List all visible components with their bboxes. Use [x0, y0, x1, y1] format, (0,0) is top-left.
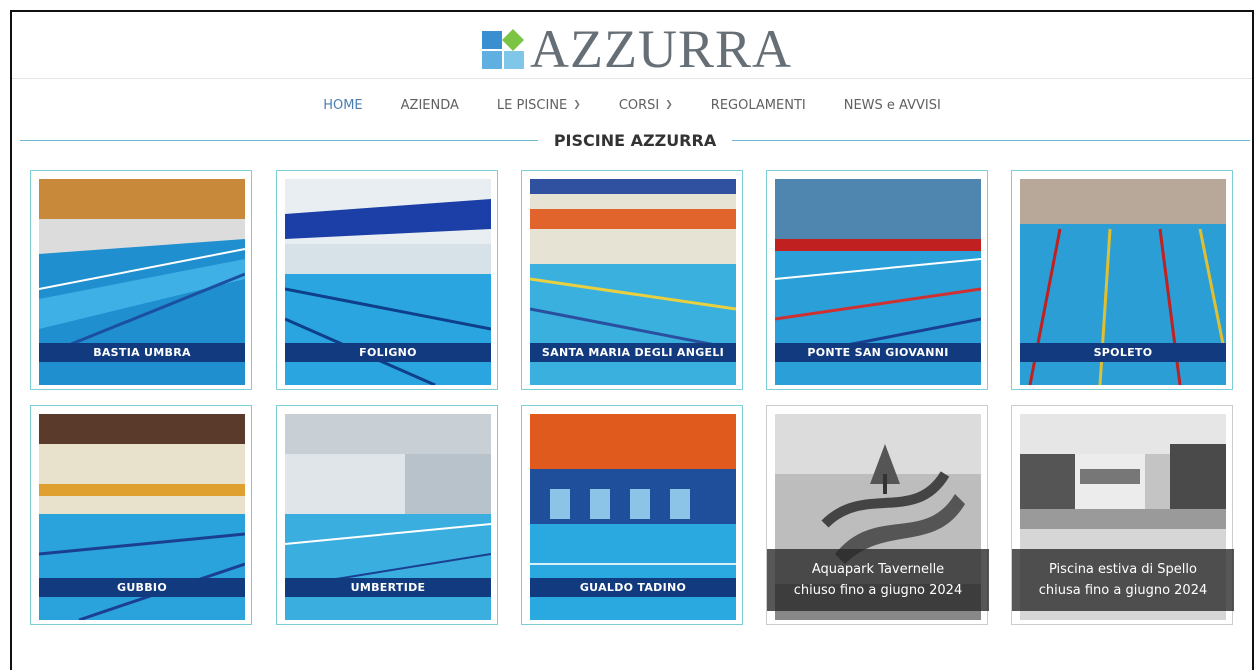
pool-name-label: SPOLETO — [1020, 343, 1226, 362]
site-logo[interactable]: AZZURRA — [482, 19, 792, 79]
section-heading: PISCINE AZZURRA — [20, 128, 1251, 152]
pool-name-label: UMBERTIDE — [285, 578, 491, 597]
closed-notice-title: Aquapark Tavernelle — [811, 562, 945, 577]
pool-card-santa-maria-degli-angeli[interactable]: SANTA MARIA DEGLI ANGELI — [521, 170, 743, 390]
closed-notice: Piscina estiva di Spello chiusa fino a g… — [1012, 549, 1234, 611]
section-title: PISCINE AZZURRA — [553, 130, 717, 150]
pool-name-label: GUBBIO — [39, 578, 245, 597]
pool-card-foligno[interactable]: FOLIGNO — [276, 170, 498, 390]
azzurra-logo-icon — [482, 29, 524, 69]
closed-notice-title: Piscina estiva di Spello — [1049, 562, 1197, 577]
closed-notice-status: chiusa fino a giugno 2024 — [1038, 583, 1208, 598]
closed-notice: Aquapark Tavernelle chiuso fino a giugno… — [767, 549, 989, 611]
pool-card-bastia-umbra[interactable]: BASTIA UMBRA — [30, 170, 252, 390]
brand-name: AZZURRA — [530, 19, 792, 79]
chevron-down-icon: ❯ — [573, 100, 581, 110]
closed-notice-status: chiuso fino a giugno 2024 — [793, 583, 963, 598]
pool-card-spoleto[interactable]: SPOLETO — [1011, 170, 1233, 390]
nav-le-piscine[interactable]: LE PISCINE ❯ — [497, 98, 581, 113]
pool-card-umbertide[interactable]: UMBERTIDE — [276, 405, 498, 625]
nav-corsi[interactable]: CORSI ❯ — [619, 98, 673, 113]
pool-card-gualdo-tadino[interactable]: GUALDO TADINO — [521, 405, 743, 625]
pool-name-label: FOLIGNO — [285, 343, 491, 362]
main-nav: HOME AZIENDA LE PISCINE ❯ CORSI ❯ REGOLAME… — [12, 86, 1252, 124]
pool-card-ponte-san-giovanni[interactable]: PONTE SAN GIOVANNI — [766, 170, 988, 390]
pool-card-aquapark-tavernelle[interactable]: Aquapark Tavernelle chiuso fino a giugno… — [766, 405, 989, 625]
site-header: AZZURRA — [12, 12, 1252, 79]
nav-azienda[interactable]: AZIENDA — [401, 98, 459, 113]
pool-name-label: BASTIA UMBRA — [39, 343, 245, 362]
pool-name-label: GUALDO TADINO — [530, 578, 736, 597]
nav-news-avvisi[interactable]: NEWS e AVVISI — [844, 98, 941, 113]
divider — [732, 139, 1251, 141]
pool-name-label: PONTE SAN GIOVANNI — [775, 343, 981, 362]
pool-card-gubbio[interactable]: GUBBIO — [30, 405, 252, 625]
chevron-down-icon: ❯ — [665, 100, 673, 110]
divider — [20, 139, 538, 141]
nav-home[interactable]: HOME — [323, 98, 362, 113]
pool-card-piscina-spello[interactable]: Piscina estiva di Spello chiusa fino a g… — [1011, 405, 1234, 625]
pool-name-label: SANTA MARIA DEGLI ANGELI — [530, 343, 736, 362]
nav-regolamenti[interactable]: REGOLAMENTI — [711, 98, 806, 113]
